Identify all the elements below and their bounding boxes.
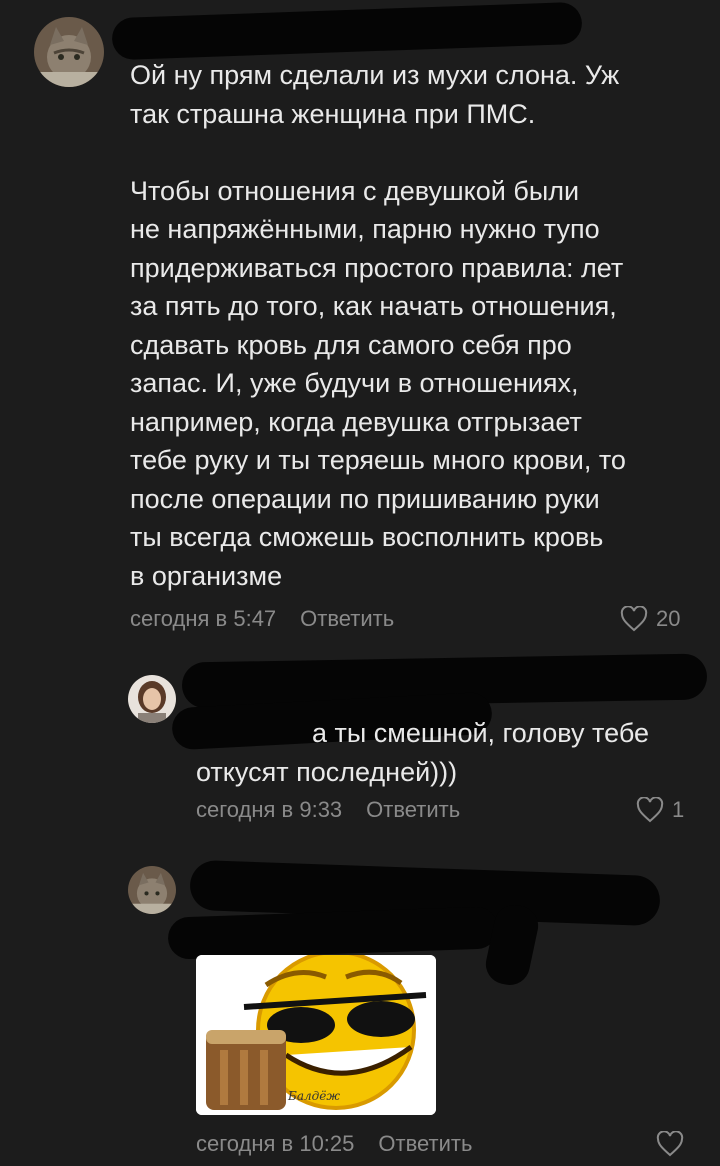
- redacted-username: [111, 1, 583, 61]
- like-count: 1: [672, 797, 685, 822]
- comment-meta: сегодня в 5:47 Ответить: [130, 606, 394, 632]
- reply-button[interactable]: Ответить: [378, 1131, 472, 1157]
- redacted-username: [167, 906, 499, 960]
- cat-avatar-icon: [34, 17, 104, 87]
- comment-text: Ой ну прям сделали из мухи слона. Уж так…: [130, 60, 626, 591]
- avatar[interactable]: [34, 17, 104, 87]
- woman-avatar-icon: [128, 675, 176, 723]
- reply-button[interactable]: Ответить: [300, 606, 394, 632]
- cat-avatar-icon: [128, 866, 176, 914]
- comment-meta: сегодня в 9:33 Ответить: [196, 797, 460, 823]
- heart-outline-icon: [656, 1131, 684, 1157]
- sticker-caption: Балдёж: [288, 1089, 340, 1103]
- heart-outline-icon: [620, 606, 648, 632]
- comment-time: сегодня в 10:25: [196, 1131, 355, 1156]
- like-button[interactable]: [656, 1131, 692, 1157]
- sticker-image[interactable]: Балдёж: [196, 955, 436, 1115]
- avatar[interactable]: [128, 866, 176, 914]
- comment-meta: сегодня в 10:25 Ответить: [196, 1131, 472, 1157]
- like-button[interactable]: 1: [636, 797, 684, 823]
- avatar[interactable]: [128, 675, 176, 723]
- comment-text: а ты смешной, голову тебе откусят послед…: [196, 718, 649, 787]
- like-count: 20: [656, 606, 681, 631]
- comment-time: сегодня в 9:33: [196, 797, 343, 822]
- like-button[interactable]: 20: [620, 606, 680, 632]
- heart-outline-icon: [636, 797, 664, 823]
- reply-button[interactable]: Ответить: [366, 797, 460, 823]
- comment-time: сегодня в 5:47: [130, 606, 277, 631]
